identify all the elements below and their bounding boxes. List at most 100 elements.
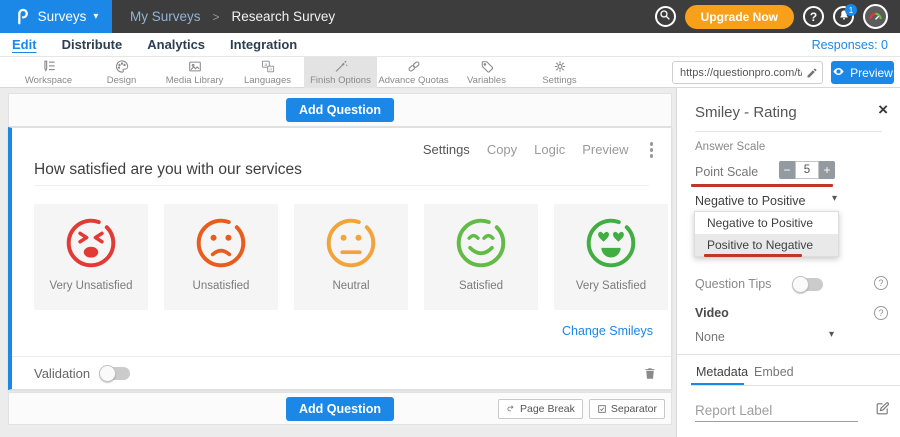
surveys-menu-button[interactable]: Surveys ▾ <box>0 0 112 33</box>
checkbox-icon <box>597 404 607 414</box>
breadcrumb-my-surveys[interactable]: My Surveys <box>130 9 201 24</box>
page-break-button[interactable]: Page Break <box>498 399 583 419</box>
tab-metadata[interactable]: Metadata <box>696 365 748 379</box>
question-card: Settings Copy Logic Preview How satisfie… <box>8 127 672 390</box>
question-mark-icon: ? <box>810 10 817 24</box>
search-icon <box>659 8 671 26</box>
chevron-down-icon[interactable]: ▾ <box>829 329 834 340</box>
profile-avatar[interactable] <box>863 4 888 29</box>
svg-text:a: a <box>264 62 267 67</box>
add-question-button-top[interactable]: Add Question <box>286 98 394 122</box>
point-scale-label: Point Scale <box>695 165 758 179</box>
toolbar-item-finish-options[interactable]: Finish Options <box>304 57 377 88</box>
gauge-icon <box>867 8 884 25</box>
decrease-button[interactable]: − <box>779 161 795 179</box>
question-title-divider <box>34 185 649 186</box>
tab-distribute[interactable]: Distribute <box>62 37 123 52</box>
question-tips-toggle[interactable] <box>793 278 823 291</box>
question-tab-settings[interactable]: Settings <box>423 142 470 157</box>
annotation-underline-point-scale <box>691 184 833 187</box>
breadcrumb-current-survey: Research Survey <box>232 9 336 24</box>
questionpro-logo-icon <box>14 8 31 25</box>
smiley-label: Neutral <box>332 280 369 292</box>
smiley-option-satisfied[interactable]: Satisfied <box>424 204 538 310</box>
panel-title: Smiley - Rating <box>695 104 797 121</box>
preview-button[interactable]: Preview <box>831 61 894 84</box>
question-tabs: Settings Copy Logic Preview <box>423 140 657 160</box>
tabs-bottom-border <box>691 385 900 386</box>
responses-count[interactable]: Responses: 0 <box>812 38 888 52</box>
add-question-button-bottom[interactable]: Add Question <box>286 397 394 421</box>
workspace-icon <box>41 59 57 74</box>
smiley-option-neutral[interactable]: Neutral <box>294 204 408 310</box>
question-tab-preview[interactable]: Preview <box>582 142 628 157</box>
satisfied-smiley-icon <box>453 215 509 271</box>
smiley-option-very-satisfied[interactable]: Very Satisfied <box>554 204 668 310</box>
change-smileys-link[interactable]: Change Smileys <box>562 324 653 338</box>
smiley-label: Very Unsatisfied <box>49 280 132 292</box>
smiley-label: Very Satisfied <box>576 280 646 292</box>
tab-edit[interactable]: Edit <box>12 37 37 52</box>
option-positive-to-negative[interactable]: Positive to Negative <box>695 234 838 256</box>
tab-analytics[interactable]: Analytics <box>147 37 205 52</box>
toolbar-item-media-library[interactable]: Media Library <box>158 57 231 88</box>
validation-toggle[interactable] <box>100 367 130 380</box>
edit-in-box-icon[interactable] <box>875 401 890 421</box>
survey-url-input[interactable] <box>672 61 823 84</box>
toolbar-item-advance-quotas[interactable]: Advance Quotas <box>377 57 450 88</box>
toolbar-item-settings[interactable]: Settings <box>523 57 596 88</box>
smiley-option-unsatisfied[interactable]: Unsatisfied <box>164 204 278 310</box>
strip-actions: Page Break Separator <box>498 399 665 419</box>
increase-button[interactable]: + <box>819 161 835 179</box>
validation-row: Validation <box>34 366 130 381</box>
translate-icon: aA <box>260 59 276 74</box>
option-negative-to-positive[interactable]: Negative to Positive <box>695 212 838 234</box>
question-tips-help-icon[interactable]: ? <box>874 276 888 290</box>
edit-url-pencil-icon[interactable] <box>806 66 818 84</box>
report-label-input[interactable] <box>695 400 858 422</box>
validation-label: Validation <box>34 366 90 381</box>
answer-scale-label: Answer Scale <box>695 141 765 153</box>
survey-canvas: Add Question Settings Copy Logic Preview… <box>0 88 676 437</box>
header-actions: Upgrade Now ? 1 <box>655 4 900 29</box>
card-divider <box>12 356 671 357</box>
question-tab-logic[interactable]: Logic <box>534 142 565 157</box>
page-break-icon <box>506 404 516 414</box>
video-help-icon[interactable]: ? <box>874 306 888 320</box>
image-icon <box>187 59 203 74</box>
smiley-label: Unsatisfied <box>193 280 250 292</box>
delete-question-icon[interactable] <box>643 366 657 386</box>
tab-embed[interactable]: Embed <box>754 365 794 379</box>
survey-url-field <box>672 61 823 84</box>
unsatisfied-smiley-icon <box>193 215 249 271</box>
tab-integration[interactable]: Integration <box>230 37 297 52</box>
annotation-underline-positive-to-negative <box>704 254 802 257</box>
chevron-down-icon: ▾ <box>93 11 98 22</box>
separator-button[interactable]: Separator <box>589 399 665 419</box>
top-header: Surveys ▾ My Surveys > Research Survey U… <box>0 0 900 33</box>
search-button[interactable] <box>655 6 676 27</box>
point-scale-stepper: − 5 + <box>779 161 835 179</box>
question-settings-panel: Smiley - Rating × Answer Scale Point Sca… <box>676 88 900 437</box>
toolbar-item-workspace[interactable]: Workspace <box>12 57 85 88</box>
breadcrumb-separator: > <box>213 10 220 24</box>
help-button[interactable]: ? <box>803 6 824 27</box>
neutral-smiley-icon <box>323 215 379 271</box>
smiley-option-very-unsatisfied[interactable]: Very Unsatisfied <box>34 204 148 310</box>
smiley-label: Satisfied <box>459 280 503 292</box>
scale-direction-select[interactable]: Negative to Positive <box>695 194 805 208</box>
add-question-zone-bottom: Add Question Page Break Separator <box>8 392 672 425</box>
toolbar-item-variables[interactable]: Variables <box>450 57 523 88</box>
video-select[interactable]: None <box>695 330 725 344</box>
palette-icon <box>114 59 130 74</box>
toolbar-item-design[interactable]: Design <box>85 57 158 88</box>
toolbar-item-languages[interactable]: aA Languages <box>231 57 304 88</box>
chevron-down-icon[interactable]: ▾ <box>832 193 837 204</box>
more-options-icon[interactable] <box>646 140 658 160</box>
upgrade-now-button[interactable]: Upgrade Now <box>685 5 794 29</box>
point-scale-value[interactable]: 5 <box>795 161 819 179</box>
question-title[interactable]: How satisfied are you with our services <box>34 161 302 179</box>
notifications-button[interactable]: 1 <box>833 6 854 27</box>
close-icon[interactable]: × <box>878 100 888 120</box>
question-tab-copy[interactable]: Copy <box>487 142 517 157</box>
